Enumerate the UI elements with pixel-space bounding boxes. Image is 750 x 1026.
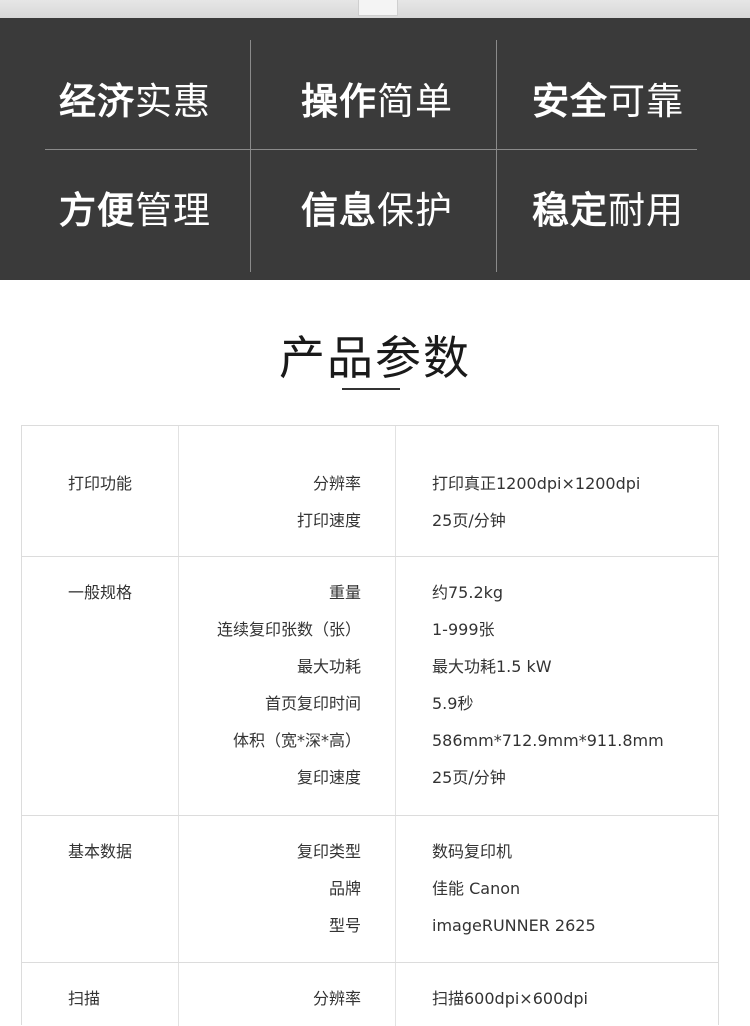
spec-value: 25页/分钟: [432, 511, 506, 530]
feature-easy-management: 方便 管理: [59, 189, 211, 232]
spec-label: 打印速度: [296, 511, 361, 530]
product-image-fragment: [358, 0, 398, 16]
spec-value: 25页/分钟: [432, 768, 506, 787]
spec-label: 重量: [328, 583, 361, 602]
spec-group-title: 扫描: [68, 989, 101, 1008]
spec-value: 数码复印机: [432, 842, 513, 861]
feature-stable-durable: 稳定 耐用: [532, 189, 684, 232]
feature-safe-reliable: 安全 可靠: [532, 80, 684, 123]
spec-group-title: 一般规格: [68, 583, 133, 602]
feature-info-protection: 信息 保护: [301, 189, 453, 232]
spec-table: 打印功能 分辨率 打印真正1200dpi×1200dpi 打印速度 25页/分钟…: [21, 425, 719, 1026]
spec-group-basic: 基本数据 复印类型 数码复印机 品牌 佳能 Canon 型号 imageRUNN…: [22, 816, 718, 963]
spec-value: 约75.2kg: [432, 583, 504, 602]
spec-value: 打印真正1200dpi×1200dpi: [432, 474, 641, 493]
spec-value: imageRUNNER 2625: [432, 916, 596, 935]
spec-label: 最大功耗: [296, 657, 361, 676]
spec-label: 复印类型: [296, 842, 361, 861]
spec-label: 型号: [328, 916, 361, 935]
feature-divider: [45, 149, 697, 150]
spec-group-title: 基本数据: [68, 842, 133, 861]
spec-value: 5.9秒: [432, 694, 474, 713]
top-image-strip: [0, 0, 750, 18]
feature-easy-operation: 操作 简单: [301, 80, 453, 123]
spec-label: 复印速度: [296, 768, 361, 787]
spec-label: 体积（宽*深*高）: [232, 731, 361, 750]
section-title: 产品参数: [279, 331, 471, 385]
spec-label: 分辨率: [312, 474, 361, 493]
spec-label: 分辨率: [312, 989, 361, 1008]
spec-group-general: 一般规格 重量 约75.2kg 连续复印张数（张） 1-999张 最大功耗 最大…: [22, 557, 718, 816]
title-underline: [342, 388, 400, 390]
spec-value: 1-999张: [432, 620, 495, 639]
spec-value: 最大功耗1.5 kW: [432, 657, 552, 676]
features-banner: 经济 实惠 操作 简单 安全 可靠 方便 管理 信息 保护 稳定 耐用: [0, 18, 750, 280]
spec-group-scan: 扫描 分辨率 扫描600dpi×600dpi: [22, 963, 718, 1026]
feature-economical: 经济 实惠: [59, 80, 211, 123]
spec-value: 扫描600dpi×600dpi: [432, 989, 589, 1008]
spec-group-print: 打印功能 分辨率 打印真正1200dpi×1200dpi 打印速度 25页/分钟: [22, 426, 718, 557]
spec-label: 品牌: [328, 879, 361, 898]
spec-group-title: 打印功能: [68, 474, 133, 493]
spec-value: 586mm*712.9mm*911.8mm: [432, 731, 664, 750]
spec-label: 首页复印时间: [264, 694, 361, 713]
spec-label: 连续复印张数（张）: [216, 620, 361, 639]
spec-value: 佳能 Canon: [432, 879, 521, 898]
